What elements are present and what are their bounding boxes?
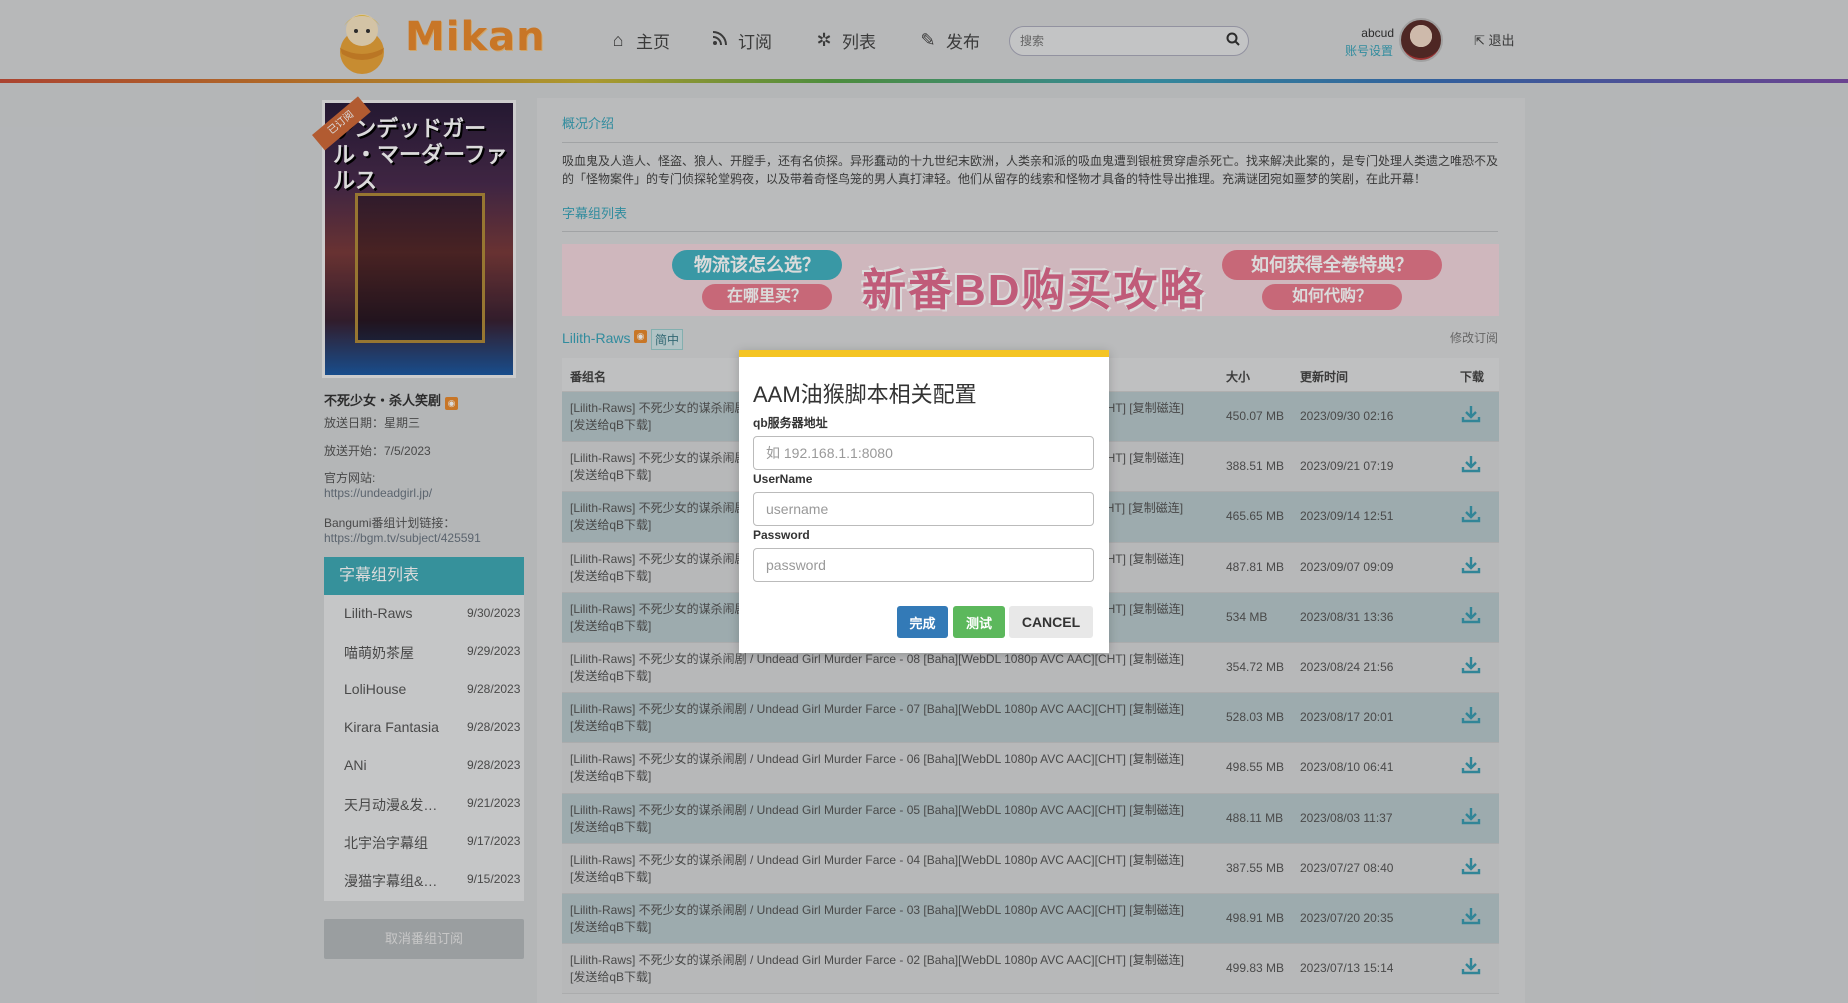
password-input[interactable] [753,548,1094,582]
username-input[interactable] [753,492,1094,526]
cancel-button[interactable]: CANCEL [1009,606,1093,638]
password-label: Password [753,528,810,542]
username-label: UserName [753,472,813,486]
server-label: qb服务器地址 [753,416,828,430]
config-modal: AAM油猴脚本相关配置 qb服务器地址 UserName Password 完成… [739,350,1109,653]
modal-title: AAM油猴脚本相关配置 [753,382,977,407]
done-button[interactable]: 完成 [897,606,948,638]
server-address-input[interactable] [753,436,1094,470]
test-button[interactable]: 测试 [953,606,1005,638]
